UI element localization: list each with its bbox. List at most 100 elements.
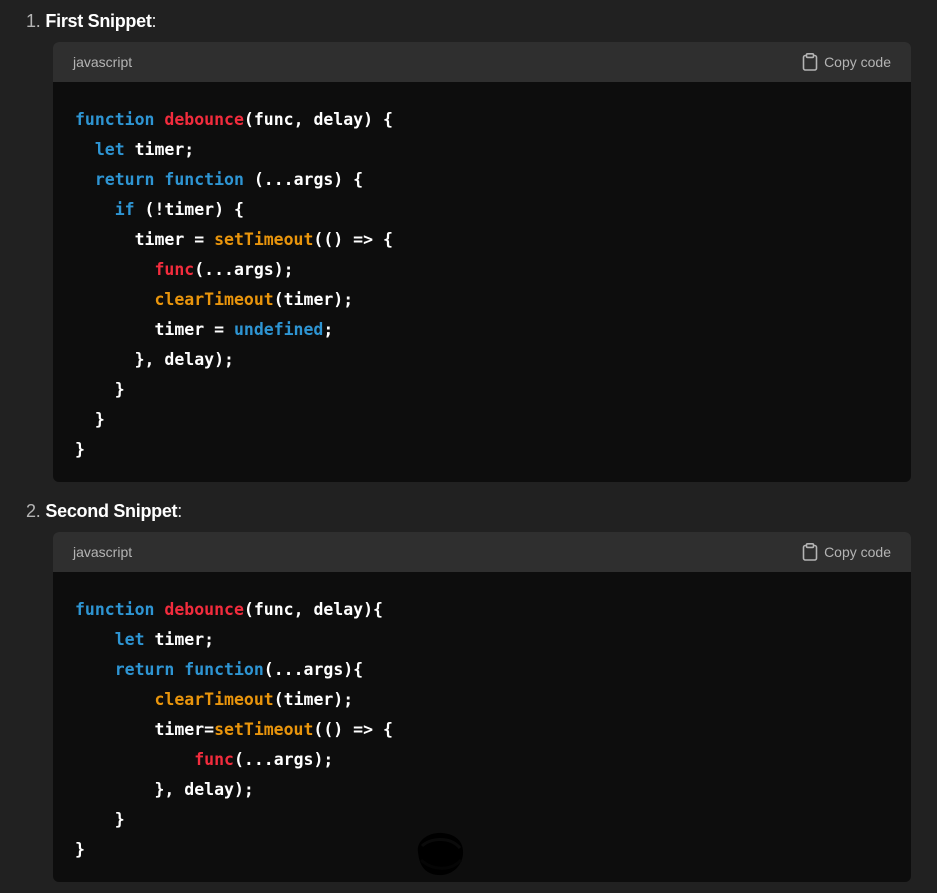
code-token: } (75, 840, 85, 859)
scribble-mark (412, 830, 466, 878)
code-line: func(...args); (75, 255, 889, 285)
code-token: (() => { (313, 230, 393, 249)
copy-code-label: Copy code (824, 54, 891, 70)
copy-code-button[interactable]: Copy code (802, 42, 891, 82)
code-token: undefined (233, 320, 324, 339)
code-block: javascript Copy code function debounce(f… (53, 42, 911, 482)
code-token: (timer); (273, 690, 354, 709)
code-token: func (154, 260, 195, 279)
code-line: function debounce(func, delay){ (75, 595, 889, 625)
heading-colon: : (177, 501, 182, 521)
code-token: func (194, 750, 234, 769)
code-line: return function(...args){ (75, 655, 889, 685)
code-block-header: javascript Copy code (53, 42, 911, 82)
code-token: debounce (164, 600, 244, 619)
code-token: (...args) { (243, 170, 364, 189)
code-token: setTimeout (214, 720, 314, 739)
code-token: } (75, 410, 105, 429)
code-token: timer= (75, 720, 215, 739)
code-token: (!timer) { (134, 200, 244, 219)
code-line: timer = undefined; (75, 315, 889, 345)
code-line: func(...args); (75, 745, 889, 775)
code-token: timer; (144, 630, 215, 649)
list-number: 1. (26, 11, 41, 31)
code-line: if (!timer) { (75, 195, 889, 225)
code-line: clearTimeout(timer); (75, 285, 889, 315)
code-line: } (75, 835, 889, 865)
code-token: (...args); (233, 750, 334, 769)
code-line: let timer; (75, 135, 889, 165)
clipboard-icon (802, 543, 818, 561)
code-line: } (75, 805, 889, 835)
code-block-header: javascript Copy code (53, 532, 911, 572)
list-number: 2. (26, 501, 41, 521)
code-token: function (164, 170, 244, 189)
code-token: let (114, 630, 145, 649)
code-token: function (75, 110, 155, 129)
code-line: return function (...args) { (75, 165, 889, 195)
code-token: (func, delay) { (243, 110, 393, 129)
code-token: (...args){ (263, 660, 364, 679)
code-token: } (75, 380, 125, 399)
code-token: return (114, 660, 175, 679)
code-token: function (75, 600, 155, 619)
clipboard-icon (802, 53, 818, 71)
heading-colon: : (151, 11, 157, 31)
snippet-heading: 1. First Snippet: (26, 9, 157, 33)
code-line: } (75, 435, 889, 465)
language-label: javascript (73, 544, 133, 560)
code-token: } (75, 810, 125, 829)
code-token: setTimeout (214, 230, 314, 249)
code-token: (func, delay){ (243, 600, 383, 619)
code-token: ; (323, 320, 334, 339)
code-token: timer = (75, 320, 234, 339)
snippet-title: First Snippet (45, 11, 152, 31)
code-token: }, delay); (75, 780, 254, 799)
code-block: javascript Copy code function debounce(f… (53, 532, 911, 882)
code-token: } (75, 440, 85, 459)
code-token: function (184, 660, 264, 679)
code-token: timer; (124, 140, 195, 159)
code-line: } (75, 405, 889, 435)
code-line: function debounce(func, delay) { (75, 105, 889, 135)
code-token: (timer); (273, 290, 354, 309)
chat-response: 1. First Snippet: javascript Copy code fu… (0, 0, 937, 893)
snippet-heading: 2. Second Snippet: (26, 499, 182, 523)
copy-code-button[interactable]: Copy code (802, 532, 891, 572)
code-token: clearTimeout (154, 290, 274, 309)
code-content: function debounce(func, delay){ let time… (53, 572, 911, 865)
code-line: clearTimeout(timer); (75, 685, 889, 715)
code-token: let (94, 140, 125, 159)
code-token: (() => { (313, 720, 393, 739)
copy-code-label: Copy code (824, 544, 891, 560)
code-line: timer=setTimeout(() => { (75, 715, 889, 745)
code-line: } (75, 375, 889, 405)
code-token: timer = (75, 230, 215, 249)
snippet-title: Second Snippet (45, 501, 178, 521)
code-line: timer = setTimeout(() => { (75, 225, 889, 255)
code-token: }, delay); (75, 350, 234, 369)
code-line: let timer; (75, 625, 889, 655)
code-line: }, delay); (75, 775, 889, 805)
code-content: function debounce(func, delay) { let tim… (53, 82, 911, 465)
code-line: }, delay); (75, 345, 889, 375)
code-token: if (114, 200, 135, 219)
code-token: debounce (164, 110, 244, 129)
code-token: return (94, 170, 155, 189)
code-token: (...args); (194, 260, 294, 279)
language-label: javascript (73, 54, 133, 70)
code-token: clearTimeout (154, 690, 274, 709)
